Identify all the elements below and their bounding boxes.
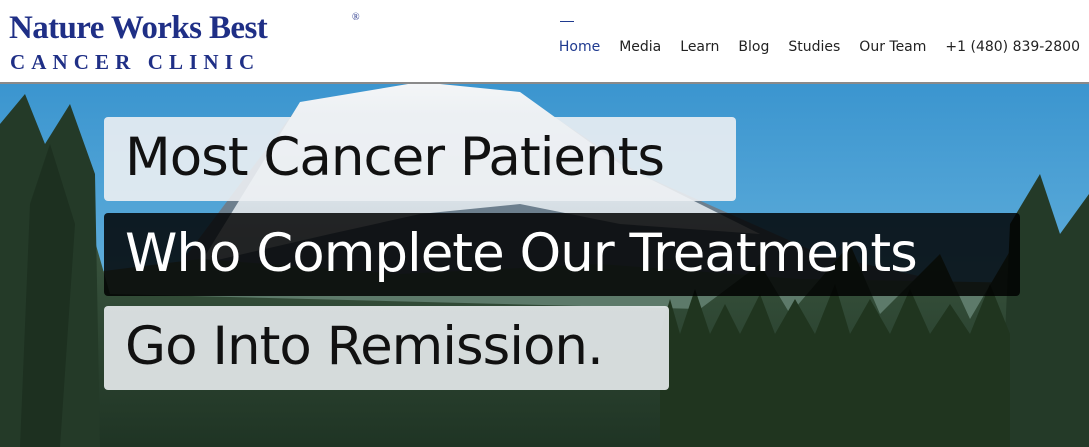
main-nav: Home Media Learn Blog Studies Our Team +…	[559, 21, 1080, 56]
hero-banner: Most Cancer Patients Who Complete Our Tr…	[0, 84, 1089, 447]
nav-media[interactable]: Media	[619, 38, 661, 56]
registered-mark: ®	[352, 12, 360, 23]
hero-headline-line-2: Who Complete Our Treatments	[104, 213, 1020, 296]
nav-our-team[interactable]: Our Team	[859, 38, 926, 56]
hero-headline-line-3: Go Into Remission.	[104, 306, 669, 390]
hero-headline-line-1: Most Cancer Patients	[104, 117, 736, 201]
nav-studies[interactable]: Studies	[788, 38, 840, 56]
nav-home[interactable]: Home	[559, 21, 600, 56]
logo-name: Nature Works Best	[9, 10, 268, 46]
logo-subtitle: CANCER CLINIC	[10, 50, 261, 74]
nav-blog[interactable]: Blog	[738, 38, 769, 56]
nav-learn[interactable]: Learn	[680, 38, 719, 56]
nav-phone-link[interactable]: +1 (480) 839-2800	[945, 38, 1080, 56]
clinic-logo[interactable]: Nature Works Best ® CANCER CLINIC	[9, 10, 369, 76]
site-header: Nature Works Best ® CANCER CLINIC Home M…	[0, 0, 1089, 84]
